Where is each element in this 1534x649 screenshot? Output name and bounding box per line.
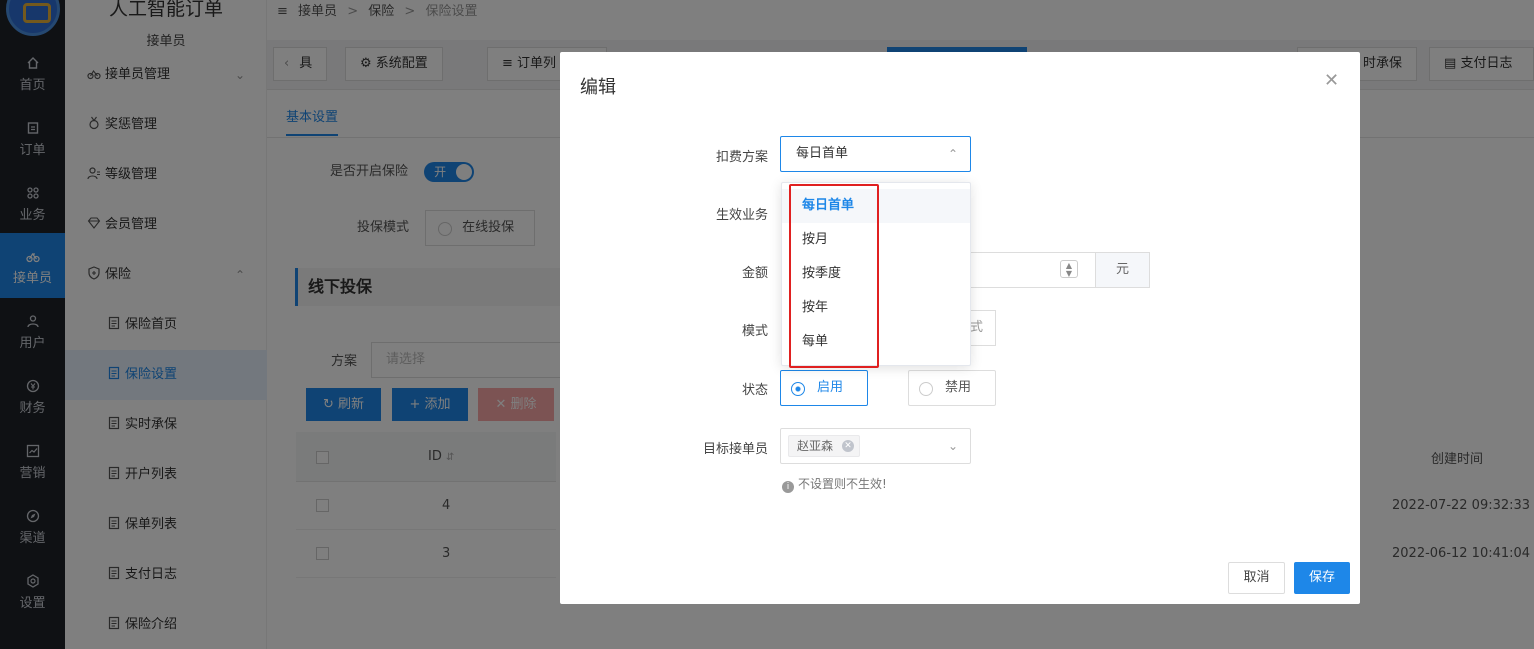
label-mode: 模式	[741, 324, 768, 339]
plan-select[interactable]: 每日首单 ⌃	[780, 136, 971, 172]
status-disable-radio[interactable]: 禁用	[908, 370, 996, 406]
save-button[interactable]: 保存	[1294, 562, 1350, 594]
selected-tag: 赵亚森 ✕	[788, 435, 861, 457]
plan-option-per-order[interactable]: 每单	[782, 325, 970, 359]
tag-close-icon[interactable]: ✕	[842, 440, 855, 452]
dialog-title: 编辑	[580, 77, 616, 98]
info-icon: i	[782, 481, 794, 493]
mode-option[interactable]: 式	[970, 310, 996, 346]
cancel-button[interactable]: 取消	[1228, 562, 1285, 594]
chevron-up-icon: ⌃	[947, 147, 958, 161]
plan-dropdown: 每日首单 按月 按季度 按年 每单	[781, 182, 971, 366]
stepper-icon[interactable]: ▲ ▼	[1060, 260, 1078, 278]
plan-option-monthly[interactable]: 按月	[782, 223, 970, 257]
label-amount: 金额	[741, 266, 768, 281]
label-plan: 扣费方案	[715, 150, 768, 165]
amount-unit: 元	[1095, 252, 1150, 288]
edit-dialog: 编辑 ✕ 扣费方案 每日首单 ⌃ 生效业务 金额 ▲ ▼ 元 模式 式 状态 启用…	[560, 52, 1360, 604]
plan-option-yearly[interactable]: 按年	[782, 291, 970, 325]
plan-option-daily-first[interactable]: 每日首单	[782, 189, 970, 223]
label-status: 状态	[741, 383, 768, 398]
close-icon[interactable]: ✕	[1324, 70, 1340, 91]
label-business: 生效业务	[715, 208, 768, 223]
status-enable-radio[interactable]: 启用	[780, 370, 868, 406]
label-target: 目标接单员	[702, 442, 768, 457]
plan-option-quarterly[interactable]: 按季度	[782, 257, 970, 291]
target-hint: i 不设置则不生效!	[782, 475, 887, 493]
chevron-down-icon: ⌄	[947, 439, 958, 453]
